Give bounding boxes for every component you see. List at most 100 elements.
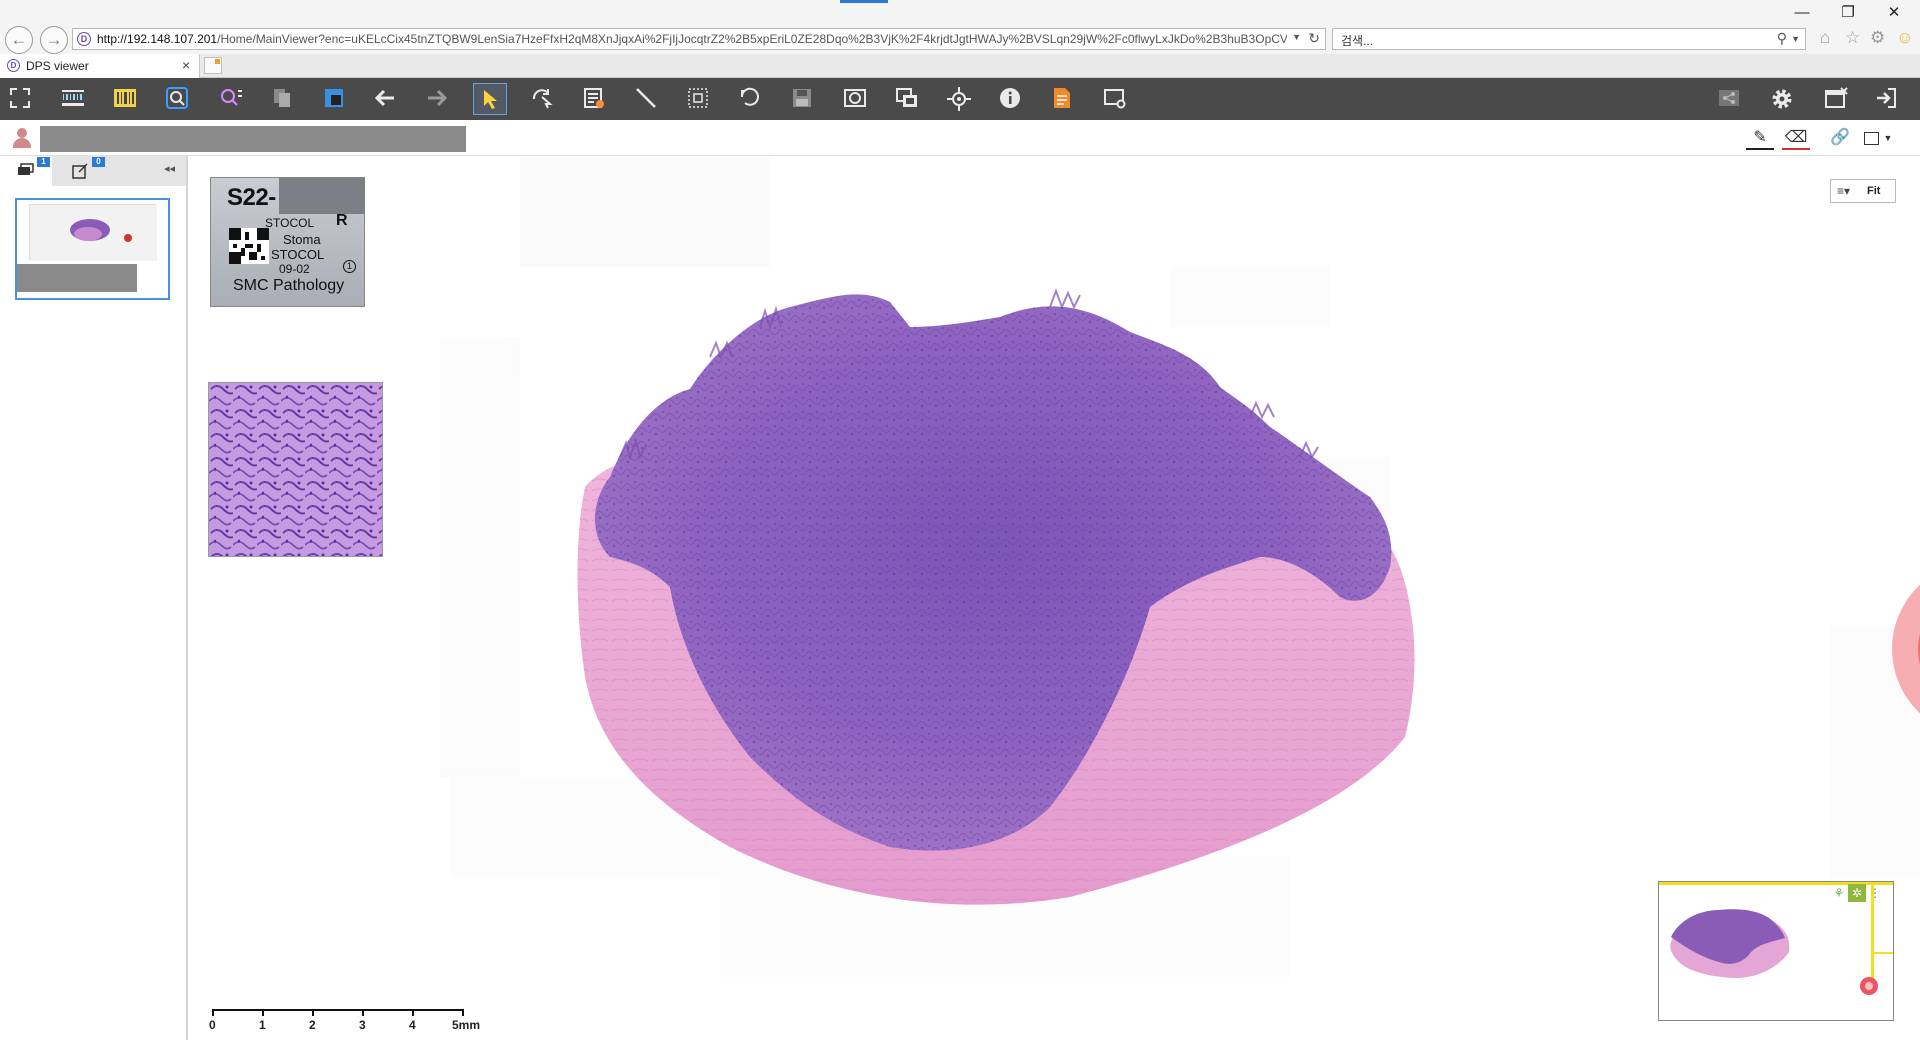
qr-code (229, 228, 269, 264)
annotations-count-badge: 0 (92, 157, 105, 167)
left-panel: 1 0 ◂◂ (0, 156, 188, 1040)
label-date: 09-02 (279, 262, 310, 276)
browser-address-row: ← → D http://192.148.107.201/Home/MainVi… (0, 0, 1920, 54)
slide-label-image[interactable]: S22- STOCOL R Stoma STOCOL 09-02 1 SMC P… (210, 177, 365, 307)
chevron-down-icon: ▼ (1883, 133, 1893, 143)
scale-tick (312, 1009, 314, 1016)
loading-indicator (840, 0, 888, 3)
label-slide-number: 1 (343, 260, 356, 273)
search-dropdown-icon[interactable]: ▼ (1791, 34, 1800, 44)
eraser-icon[interactable]: ⌫ (1782, 126, 1810, 150)
scale-tick (412, 1009, 414, 1016)
favorites-star-icon[interactable]: ☆ (1845, 28, 1860, 48)
scale-tick (212, 1009, 214, 1016)
search-icon[interactable]: ⚲ (1777, 30, 1787, 47)
zoom-fit-button[interactable]: ≡▾ Fit (1830, 179, 1896, 203)
slide-viewer[interactable]: S22- STOCOL R Stoma STOCOL 09-02 1 SMC P… (190, 157, 1920, 1040)
fit-label: Fit (1867, 185, 1881, 197)
settings-icon[interactable] (1765, 83, 1799, 115)
scale-label: 0 (209, 1018, 216, 1032)
zoom-menu-icon[interactable]: ≡▾ (1837, 184, 1850, 198)
close-viewer-icon[interactable] (1820, 83, 1854, 115)
label-case-number: S22- (227, 184, 276, 211)
multi-capture-icon[interactable] (890, 83, 924, 115)
scale-tick (462, 1009, 464, 1016)
arrow-left-icon[interactable] (369, 83, 403, 115)
exit-icon[interactable] (1870, 83, 1904, 115)
label-institution: SMC Pathology (233, 277, 345, 294)
zoom-magnifier-icon[interactable] (161, 83, 195, 115)
close-window-button[interactable]: ✕ (1874, 2, 1914, 24)
capture-icon[interactable] (838, 83, 872, 115)
label-code: STOCOL (265, 216, 315, 230)
scale-label: 1 (259, 1018, 266, 1032)
scale-label: 5mm (452, 1018, 481, 1032)
slide-list-item[interactable] (15, 198, 170, 300)
fullscreen-icon[interactable] (4, 83, 38, 115)
url-text: http://192.148.107.201/Home/MainViewer?e… (97, 32, 1287, 46)
search-placeholder: 검색... (1341, 34, 1374, 48)
pointer-icon[interactable] (473, 83, 507, 115)
search-input[interactable]: 검색... ⚲ ▼ (1332, 28, 1806, 50)
undo-icon[interactable] (734, 83, 768, 115)
new-tab-button[interactable] (204, 57, 222, 74)
overview-tools: ⚘ ✲ ⋮ (1830, 884, 1890, 904)
url-dropdown-icon[interactable]: ▼ (1292, 32, 1301, 42)
share-icon[interactable] (1713, 83, 1747, 115)
case-number-redacted (279, 178, 365, 214)
collapse-panel-button[interactable]: ◂◂ (164, 162, 175, 175)
annotation-list-icon[interactable] (578, 83, 612, 115)
scale-label: 4 (409, 1018, 416, 1032)
home-icon[interactable]: ⌂ (1820, 28, 1830, 48)
brightness-icon[interactable] (942, 83, 976, 115)
report-icon[interactable] (1046, 83, 1080, 115)
copy-icon[interactable] (266, 83, 300, 115)
label-organ: Stoma (283, 232, 321, 247)
scale-line (212, 1009, 464, 1011)
slide-thumbnail (29, 204, 157, 261)
barcode-icon[interactable] (108, 83, 142, 115)
scale-tick (262, 1009, 264, 1016)
viewer-toolbar (0, 78, 1920, 120)
browser-settings-icon[interactable]: ⚙ (1870, 28, 1885, 48)
minimize-button[interactable]: — (1782, 2, 1822, 24)
site-icon: D (77, 32, 91, 46)
feedback-smile-icon[interactable]: ☺ (1896, 28, 1913, 48)
barcode-label-icon[interactable] (56, 83, 90, 115)
pen-icon[interactable]: ✎ (1746, 126, 1774, 150)
patient-info-redacted (40, 126, 466, 152)
scale-bar: 0 1 2 3 4 5mm (208, 1007, 498, 1037)
link-icon[interactable]: 🔗 (1826, 126, 1854, 150)
overview-settings-icon[interactable]: ✲ (1848, 884, 1866, 902)
scale-label: 3 (359, 1018, 366, 1032)
refresh-icon[interactable]: ↻ (1308, 30, 1320, 47)
shape-select-dropdown[interactable]: ▼ (1856, 126, 1900, 150)
label-side: R (336, 212, 348, 229)
tab-title: DPS viewer (26, 59, 89, 73)
maximize-button[interactable]: ❐ (1828, 2, 1868, 24)
url-host: http://192.148.107.201 (97, 32, 218, 46)
tab-close-button[interactable]: × (182, 57, 190, 73)
tab-favicon-icon: D (7, 59, 20, 72)
more-vertical-icon[interactable]: ⋮ (1866, 884, 1884, 902)
footprints-icon[interactable]: ⚘ (1830, 884, 1848, 902)
left-panel-tabs: 1 0 ◂◂ (0, 156, 186, 186)
forward-button[interactable]: → (40, 26, 68, 54)
url-path: /Home/MainViewer?enc=uKELcCix45tnZTQBW9L… (217, 32, 1287, 46)
search-options-icon[interactable] (214, 83, 248, 115)
ruler-icon[interactable] (630, 83, 664, 115)
screen-region-icon[interactable] (318, 83, 352, 115)
tab-dps-viewer[interactable]: D DPS viewer × (0, 54, 200, 78)
rotate-icon[interactable] (525, 83, 559, 115)
overview-navigator[interactable]: ⚘ ✲ ⋮ (1658, 881, 1894, 1021)
region-select-icon[interactable] (682, 83, 716, 115)
rectangle-icon (1863, 131, 1879, 145)
export-icon[interactable] (1098, 83, 1132, 115)
back-button[interactable]: ← (5, 26, 33, 54)
url-bar[interactable]: D http://192.148.107.201/Home/MainViewer… (72, 28, 1326, 50)
scale-label: 2 (309, 1018, 316, 1032)
info-icon[interactable] (994, 83, 1028, 115)
arrow-right-icon[interactable] (421, 83, 455, 115)
detail-snapshot[interactable] (208, 382, 383, 557)
save-icon[interactable] (786, 83, 820, 115)
